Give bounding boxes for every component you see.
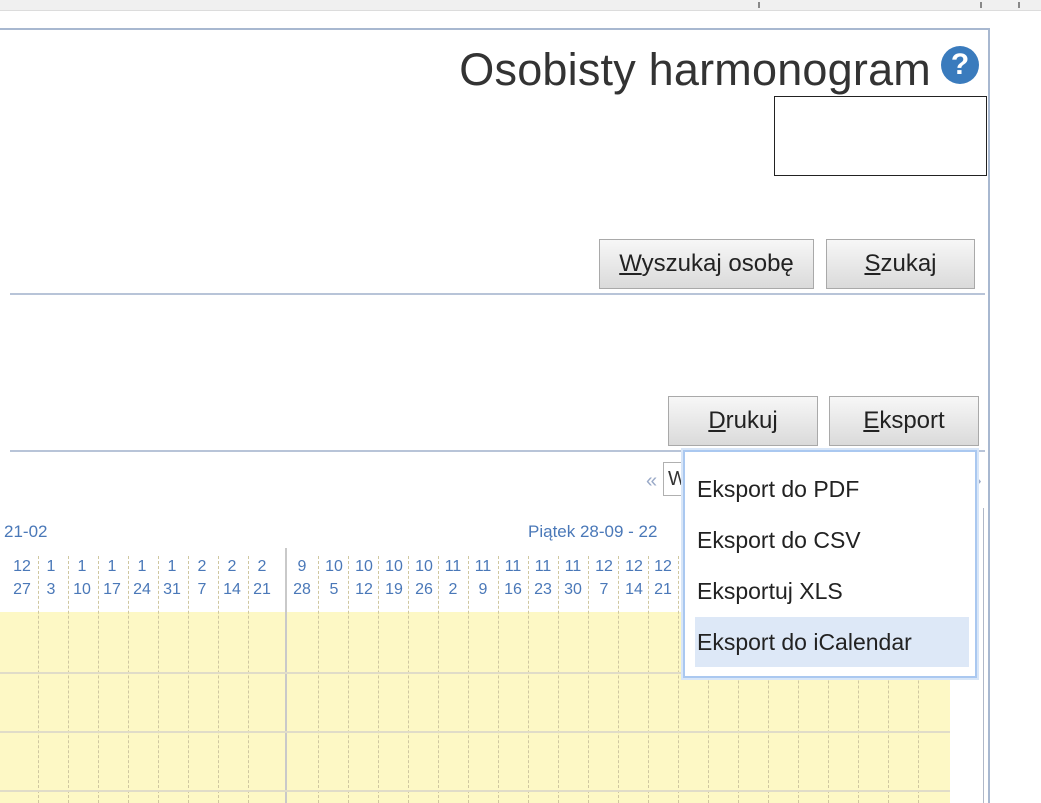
week-header-month: 11 xyxy=(474,558,492,575)
search-accesskey: S xyxy=(864,250,881,277)
week-header-day: 26 xyxy=(415,581,433,598)
week-header-day: 7 xyxy=(197,581,207,598)
export-xls-item[interactable]: Eksportuj XLS xyxy=(695,566,969,616)
export-button[interactable]: Eksport xyxy=(829,396,979,446)
search-label: zukaj xyxy=(880,250,937,277)
week-header-month: 10 xyxy=(355,558,373,575)
grid-column-line xyxy=(678,556,679,803)
empty-info-box xyxy=(774,96,987,176)
grid-column-line xyxy=(218,556,219,803)
week-header-month: 1 xyxy=(46,558,56,575)
week-header-day: 5 xyxy=(329,581,339,598)
week-header-month: 10 xyxy=(325,558,343,575)
week-header-day: 2 xyxy=(448,581,458,598)
print-button[interactable]: Drukuj xyxy=(668,396,818,446)
grid-column-line xyxy=(38,556,39,803)
range-left-label: 21-02 xyxy=(4,522,48,541)
schedule-row-divider xyxy=(0,731,950,733)
week-header-day: 19 xyxy=(385,581,403,598)
week-header-day: 17 xyxy=(103,581,121,598)
prev-week-icon[interactable]: « xyxy=(646,470,657,493)
grid-column-line xyxy=(438,556,439,803)
week-header-day: 16 xyxy=(504,581,522,598)
week-header-month: 12 xyxy=(595,558,613,575)
week-header-month: 10 xyxy=(385,558,403,575)
week-header-month: 2 xyxy=(257,558,267,575)
grid-column-line xyxy=(408,556,409,803)
export-pdf-item[interactable]: Eksport do PDF xyxy=(695,464,969,514)
schedule-row-divider xyxy=(0,790,950,792)
grid-column-line xyxy=(98,556,99,803)
week-header-day: 31 xyxy=(163,581,181,598)
print-label: rukuj xyxy=(725,407,778,434)
grid-column-line xyxy=(158,556,159,803)
top-strip xyxy=(0,0,1041,11)
week-header-month: 10 xyxy=(415,558,433,575)
question-mark-icon[interactable]: ? xyxy=(941,46,979,84)
week-header-day: 7 xyxy=(599,581,609,598)
grid-column-line xyxy=(648,556,649,803)
grid-column-line xyxy=(68,556,69,803)
grid-column-line xyxy=(468,556,469,803)
week-header-month: 2 xyxy=(197,558,207,575)
export-csv-item[interactable]: Eksport do CSV xyxy=(695,515,969,565)
week-header-month: 11 xyxy=(534,558,552,575)
search-person-button[interactable]: Wyszukaj osobę xyxy=(599,239,814,289)
grid-column-line xyxy=(348,556,349,803)
grid-column-line xyxy=(558,556,559,803)
export-menu: Eksport do PDF Eksport do CSV Eksportuj … xyxy=(683,450,977,678)
grid-column-line xyxy=(318,556,319,803)
range-right-label: Piątek 28-09 - 22 xyxy=(528,522,658,541)
week-header-month: 11 xyxy=(444,558,462,575)
week-header-month: 9 xyxy=(297,558,307,575)
grid-column-line xyxy=(188,556,189,803)
week-header-month: 1 xyxy=(137,558,147,575)
week-header-month: 1 xyxy=(107,558,117,575)
grid-column-line xyxy=(588,556,589,803)
week-header-day: 14 xyxy=(625,581,643,598)
grid-column-line xyxy=(128,556,129,803)
week-header-month: 12 xyxy=(654,558,672,575)
week-header-month: 12 xyxy=(13,558,31,575)
week-header-day: 27 xyxy=(13,581,31,598)
top-strip-mark xyxy=(980,2,982,8)
grid-column-line xyxy=(378,556,379,803)
print-accesskey: D xyxy=(708,407,726,434)
week-header-day: 3 xyxy=(46,581,56,598)
export-label: ksport xyxy=(879,407,945,434)
export-accesskey: E xyxy=(863,407,880,434)
week-header-day: 12 xyxy=(355,581,373,598)
divider xyxy=(10,293,985,295)
export-icalendar-item[interactable]: Eksport do iCalendar xyxy=(695,617,969,667)
week-header-day: 30 xyxy=(564,581,582,598)
week-header-day: 9 xyxy=(478,581,488,598)
week-header-day: 23 xyxy=(534,581,552,598)
search-button[interactable]: Szukaj xyxy=(826,239,975,289)
grid-column-line xyxy=(618,556,619,803)
week-header-day: 21 xyxy=(253,581,271,598)
grid-column-line xyxy=(498,556,499,803)
week-header-month: 11 xyxy=(504,558,522,575)
week-header-day: 10 xyxy=(73,581,91,598)
page-title: Osobisty harmonogram xyxy=(459,44,931,95)
week-header-month: 11 xyxy=(564,558,582,575)
week-header-day: 28 xyxy=(293,581,311,598)
grid-column-line xyxy=(528,556,529,803)
week-header-month: 1 xyxy=(77,558,87,575)
search-person-label: yszukaj osobę xyxy=(641,250,794,277)
week-header-day: 14 xyxy=(223,581,241,598)
week-header-day: 21 xyxy=(654,581,672,598)
week-header-month: 12 xyxy=(625,558,643,575)
week-header-day: 24 xyxy=(133,581,151,598)
week-header-month: 2 xyxy=(227,558,237,575)
grid-column-line xyxy=(248,556,249,803)
top-strip-mark xyxy=(1018,2,1020,8)
search-person-accesskey: W xyxy=(619,250,642,277)
top-strip-mark xyxy=(758,2,760,8)
grid-range-separator xyxy=(285,548,287,803)
week-header-month: 1 xyxy=(167,558,177,575)
